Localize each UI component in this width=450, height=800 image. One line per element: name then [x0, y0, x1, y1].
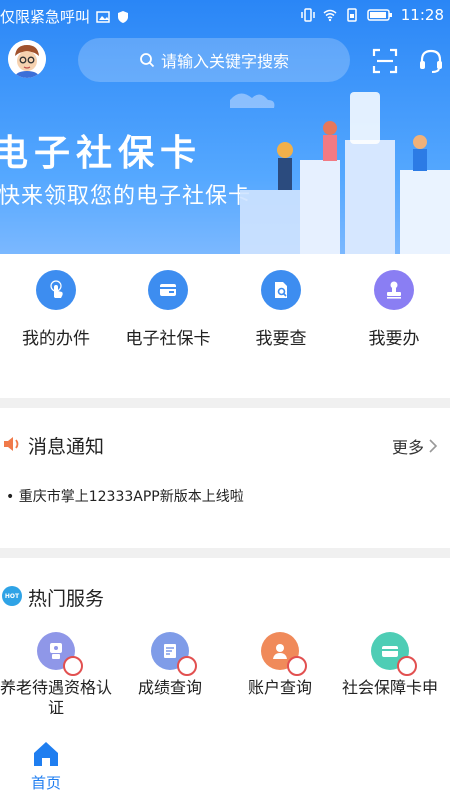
notice-item-text: 重庆市掌上12333APP新版本上线啦 — [18, 489, 244, 505]
avatar[interactable] — [8, 40, 46, 78]
carrier-text: 仅限紧急呼叫 — [0, 8, 91, 26]
card-icon — [148, 270, 188, 310]
shield-notification-icon — [118, 10, 129, 23]
bottom-tab-bar: 首页 — [0, 736, 450, 800]
status-badge — [397, 656, 417, 676]
quick-action-label: 我要办 — [368, 329, 420, 349]
banner-illustration — [230, 92, 450, 254]
status-badge — [177, 656, 197, 676]
notice-item[interactable]: • 重庆市掌上12333APP新版本上线啦 — [6, 486, 244, 506]
tab-home-label: 首页 — [30, 774, 61, 792]
document-search-icon — [261, 270, 301, 310]
avatar-icon — [8, 40, 46, 78]
hot-service-label: 账户查询 — [247, 678, 312, 697]
quick-actions: 我的办件 电子社保卡 我要查 我要办 — [0, 254, 450, 394]
hot-badge-icon: HOT — [2, 586, 22, 606]
quick-action-label: 电子社保卡 — [125, 329, 211, 349]
hot-service-label: 养老待遇资格认证 — [0, 678, 112, 717]
banner-subtitle: 快来领取您的电子社保卡 — [0, 184, 252, 209]
hand-tap-icon — [36, 270, 76, 310]
section-divider — [0, 398, 450, 408]
quick-action-label: 我的办件 — [22, 329, 90, 349]
clock: 11:28 — [400, 6, 444, 24]
header: 请输入关键字搜索 — [0, 36, 450, 88]
hot-service-pension-verify[interactable]: 养老待遇资格认证 — [0, 632, 116, 718]
account-icon — [261, 632, 307, 676]
social-card-icon — [371, 632, 417, 676]
quick-action-social-card[interactable]: 电子社保卡 — [112, 270, 224, 349]
hot-service-grades[interactable]: 成绩查询 — [110, 632, 230, 698]
hot-service-social-card-apply[interactable]: 社会保障卡申 — [330, 632, 450, 698]
stamp-icon — [374, 270, 414, 310]
status-bar: 仅限紧急呼叫 11:28 — [0, 0, 450, 32]
image-notification-icon — [96, 10, 110, 23]
speaker-icon — [4, 437, 19, 451]
search-icon — [140, 53, 155, 68]
notice-section: 消息通知 更多 • 重庆市掌上12333APP新版本上线啦 — [0, 410, 450, 550]
bullet: • — [6, 489, 19, 505]
hot-services-section: HOT 热门服务 养老待遇资格认证 成绩查询 账户查询 社会保障卡申 — [0, 566, 450, 736]
notice-title: 消息通知 — [28, 436, 105, 458]
vibrate-icon — [301, 8, 315, 22]
face-verify-icon — [37, 632, 83, 676]
quick-action-apply[interactable]: 我要办 — [338, 270, 450, 349]
hot-service-label: 社会保障卡申 — [341, 678, 438, 697]
banner-title: 电子社保卡 — [0, 133, 203, 174]
more-label: 更多 — [391, 438, 424, 457]
quick-action-label: 我要查 — [255, 329, 307, 349]
home-icon — [34, 742, 58, 766]
hot-services-title: 热门服务 — [28, 588, 105, 610]
headset-icon — [420, 49, 442, 73]
tab-home[interactable]: 首页 — [24, 740, 68, 793]
quick-action-my-cases[interactable]: 我的办件 — [0, 270, 112, 349]
sim-icon — [347, 8, 357, 22]
scan-button[interactable] — [370, 46, 400, 76]
search-placeholder: 请输入关键字搜索 — [160, 52, 289, 71]
status-badge — [287, 656, 307, 676]
battery-icon — [367, 9, 392, 21]
status-badge — [63, 656, 83, 676]
hot-service-account[interactable]: 账户查询 — [220, 632, 340, 698]
section-divider — [0, 548, 450, 558]
customer-service-button[interactable] — [416, 46, 446, 76]
hot-badge-text: HOT — [4, 592, 20, 600]
chevron-right-icon — [429, 439, 438, 453]
scan-icon — [372, 48, 398, 74]
hot-service-label: 成绩查询 — [137, 678, 202, 697]
notice-more-link[interactable]: 更多 — [392, 434, 438, 458]
wifi-icon — [323, 9, 337, 22]
grades-icon — [151, 632, 197, 676]
quick-action-query[interactable]: 我要查 — [225, 270, 337, 349]
search-bar[interactable]: 请输入关键字搜索 — [78, 38, 350, 82]
